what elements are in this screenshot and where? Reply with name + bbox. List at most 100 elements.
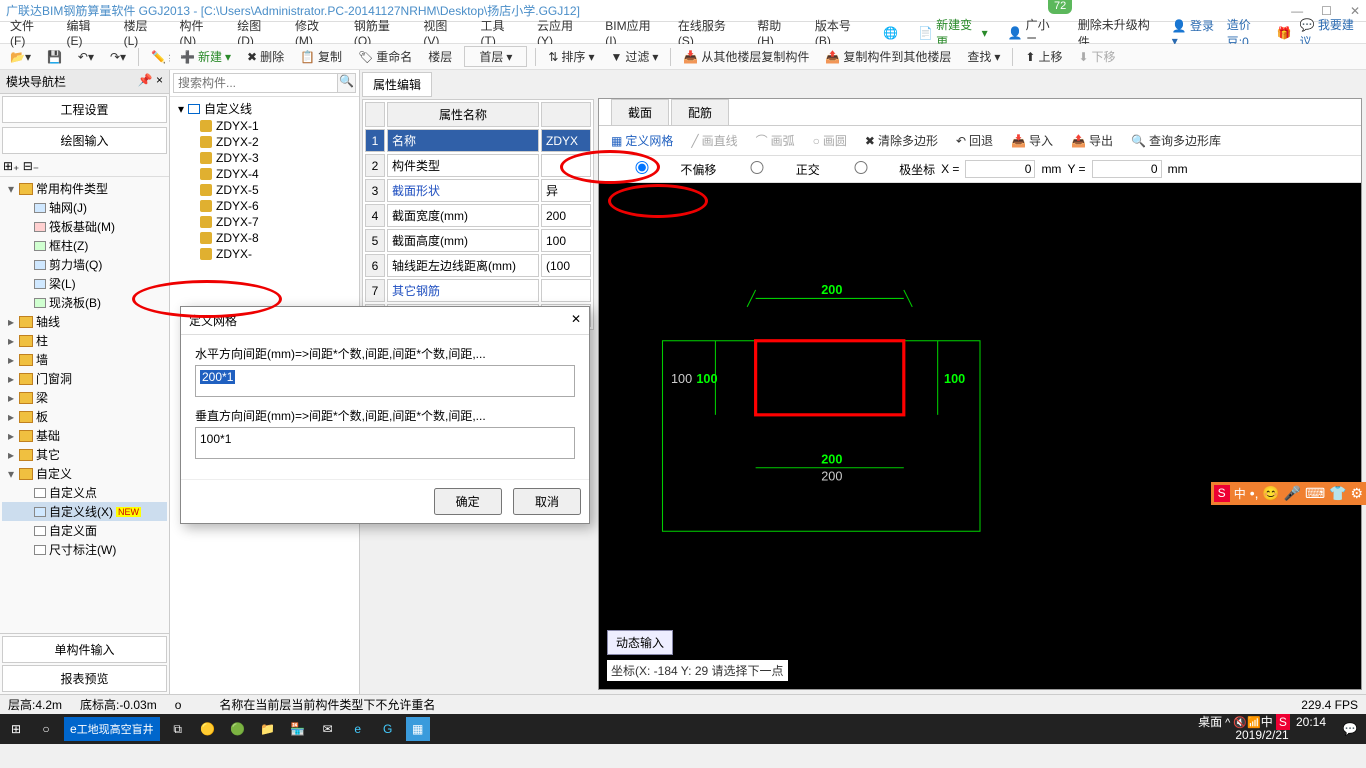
v-spacing-input[interactable]: 100*1 bbox=[195, 427, 575, 459]
pin-icon[interactable]: 📌 × bbox=[138, 73, 163, 90]
list-item[interactable]: ZDYX-4 bbox=[172, 166, 357, 182]
redo-icon[interactable]: ↷▾ bbox=[106, 48, 130, 66]
list-item[interactable]: ZDYX-7 bbox=[172, 214, 357, 230]
import-button[interactable]: 📥 导入 bbox=[1007, 130, 1057, 151]
cancel-button[interactable]: 取消 bbox=[513, 488, 581, 515]
prop-name[interactable]: 其它钢筋 bbox=[387, 279, 539, 302]
query-polygon-button[interactable]: 🔍 查询多边形库 bbox=[1127, 130, 1225, 151]
property-tab[interactable]: 属性编辑 bbox=[362, 72, 432, 97]
task-icon[interactable]: ✉ bbox=[316, 717, 340, 741]
undo-button[interactable]: ↶ 回退 bbox=[952, 130, 997, 151]
find-button[interactable]: 查找 ▾ bbox=[963, 46, 1004, 67]
tree-node-opening[interactable]: ▸门窗洞 bbox=[2, 369, 167, 388]
prop-name[interactable]: 构件类型 bbox=[387, 154, 539, 177]
prop-value[interactable]: ZDYX bbox=[541, 129, 591, 152]
report-preview-button[interactable]: 报表预览 bbox=[2, 665, 167, 692]
copy-to-button[interactable]: 📤 复制构件到其他楼层 bbox=[821, 46, 955, 67]
tree-node-slab2[interactable]: ▸板 bbox=[2, 407, 167, 426]
tree-node-wall[interactable]: ▸墙 bbox=[2, 350, 167, 369]
menu-edit[interactable]: 编辑(E) bbox=[62, 15, 107, 50]
polar-radio[interactable]: 极坐标 bbox=[826, 161, 935, 178]
task-icon[interactable]: G bbox=[376, 717, 400, 741]
first-floor-dropdown[interactable]: 首层 ▾ bbox=[464, 46, 527, 67]
dialog-close-icon[interactable]: ✕ bbox=[571, 312, 581, 329]
prop-value[interactable]: (100 bbox=[541, 254, 591, 277]
task-icon[interactable]: 🟢 bbox=[226, 717, 250, 741]
new-button[interactable]: ➕新建 ▾ bbox=[176, 46, 235, 67]
prop-value[interactable]: 异 bbox=[541, 179, 591, 202]
no-offset-radio[interactable]: 不偏移 bbox=[607, 161, 716, 178]
dynamic-input-button[interactable]: 动态输入 bbox=[607, 630, 673, 655]
prop-name[interactable]: 截面高度(mm) bbox=[387, 229, 539, 252]
type-icon[interactable]: ⊞₊ bbox=[3, 159, 19, 173]
prop-value[interactable]: 100 bbox=[541, 229, 591, 252]
floor-dropdown[interactable]: 楼层 bbox=[424, 46, 456, 67]
ok-button[interactable]: 确定 bbox=[434, 488, 502, 515]
tree-node-column[interactable]: ▸柱 bbox=[2, 331, 167, 350]
list-item[interactable]: ZDYX-2 bbox=[172, 134, 357, 150]
ime-toolbar[interactable]: S中 •, 😊 🎤 ⌨ 👕 ⚙ bbox=[1211, 482, 1366, 505]
search-input[interactable] bbox=[173, 73, 338, 93]
tree-node-dimension[interactable]: 尺寸标注(W) bbox=[2, 540, 167, 559]
prop-name[interactable]: 截面形状 bbox=[387, 179, 539, 202]
x-input[interactable] bbox=[965, 160, 1035, 178]
tree-node-beam[interactable]: 梁(L) bbox=[2, 274, 167, 293]
prop-name[interactable]: 截面宽度(mm) bbox=[387, 204, 539, 227]
tree-node-custom-face[interactable]: 自定义面 bbox=[2, 521, 167, 540]
tree-node-custom-point[interactable]: 自定义点 bbox=[2, 483, 167, 502]
search-icon[interactable]: 🔍 bbox=[338, 73, 356, 93]
task-icon[interactable]: 📁 bbox=[256, 717, 280, 741]
cortana-icon[interactable]: ○ bbox=[34, 717, 58, 741]
tree-node-shear-wall[interactable]: 剪力墙(Q) bbox=[2, 255, 167, 274]
tree-node-axis[interactable]: ▸轴线 bbox=[2, 312, 167, 331]
draw-line-button[interactable]: ╱ 画直线 bbox=[687, 130, 741, 151]
prop-value[interactable] bbox=[541, 279, 591, 302]
menu-file[interactable]: 文件(F) bbox=[6, 15, 50, 50]
delete-button[interactable]: ✖ 删除 bbox=[243, 46, 288, 67]
component-root[interactable]: ▾自定义线 bbox=[172, 99, 357, 118]
ortho-radio[interactable]: 正交 bbox=[722, 161, 819, 178]
tree-node-axis-grid[interactable]: 轴网(J) bbox=[2, 198, 167, 217]
task-icon[interactable]: 🟡 bbox=[196, 717, 220, 741]
prop-value[interactable] bbox=[541, 154, 591, 177]
tree-node-frame-col[interactable]: 框柱(Z) bbox=[2, 236, 167, 255]
start-icon[interactable]: ⊞ bbox=[4, 717, 28, 741]
prop-name[interactable]: 轴线距左边线距离(mm) bbox=[387, 254, 539, 277]
y-input[interactable] bbox=[1092, 160, 1162, 178]
draw-input-button[interactable]: 绘图输入 bbox=[2, 127, 167, 154]
rename-button[interactable]: 🏷 重命名 bbox=[354, 46, 416, 67]
tab-rebar[interactable]: 配筋 bbox=[671, 99, 729, 125]
down-button[interactable]: ⬇ 下移 bbox=[1074, 46, 1119, 67]
draw-arc-button[interactable]: ⌒ 画弧 bbox=[752, 130, 799, 151]
draw-circle-button[interactable]: ○ 画圆 bbox=[809, 130, 851, 151]
prop-name[interactable]: 名称 bbox=[387, 129, 539, 152]
list-item[interactable]: ZDYX-8 bbox=[172, 230, 357, 246]
tree-node-custom-line[interactable]: 自定义线(X)NEW bbox=[2, 502, 167, 521]
project-settings-button[interactable]: 工程设置 bbox=[2, 96, 167, 123]
open-icon[interactable]: 📂▾ bbox=[6, 48, 35, 66]
tree-node-other[interactable]: ▸其它 bbox=[2, 445, 167, 464]
clear-polygon-button[interactable]: ✖ 清除多边形 bbox=[861, 130, 942, 151]
sort-button[interactable]: ⇅ 排序 ▾ bbox=[544, 46, 598, 67]
export-button[interactable]: 📤 导出 bbox=[1067, 130, 1117, 151]
tree-node-slab[interactable]: 现浇板(B) bbox=[2, 293, 167, 312]
copy-from-button[interactable]: 📥 从其他楼层复制构件 bbox=[679, 46, 813, 67]
menu-floor[interactable]: 楼层(L) bbox=[120, 15, 164, 50]
list-item[interactable]: ZDYX-1 bbox=[172, 118, 357, 134]
list-item[interactable]: ZDYX-6 bbox=[172, 198, 357, 214]
prop-value[interactable]: 200 bbox=[541, 204, 591, 227]
tab-section[interactable]: 截面 bbox=[611, 99, 669, 125]
list-item[interactable]: ZDYX-3 bbox=[172, 150, 357, 166]
tree-node-raft[interactable]: 筏板基础(M) bbox=[2, 217, 167, 236]
define-grid-button[interactable]: ▦ 定义网格 bbox=[607, 130, 677, 151]
list-item[interactable]: ZDYX-5 bbox=[172, 182, 357, 198]
taskview-icon[interactable]: ⧉ bbox=[166, 717, 190, 741]
tree-node-common[interactable]: ▾常用构件类型 bbox=[2, 179, 167, 198]
list-item[interactable]: ZDYX- bbox=[172, 246, 357, 262]
globe-icon[interactable]: 🌐 bbox=[879, 24, 902, 42]
single-input-button[interactable]: 单构件输入 bbox=[2, 636, 167, 663]
type-icon[interactable]: ⊟₋ bbox=[23, 159, 39, 173]
h-spacing-input[interactable]: 200*1 bbox=[195, 365, 575, 397]
tree-node-custom[interactable]: ▾自定义 bbox=[2, 464, 167, 483]
tree-node-foundation[interactable]: ▸基础 bbox=[2, 426, 167, 445]
